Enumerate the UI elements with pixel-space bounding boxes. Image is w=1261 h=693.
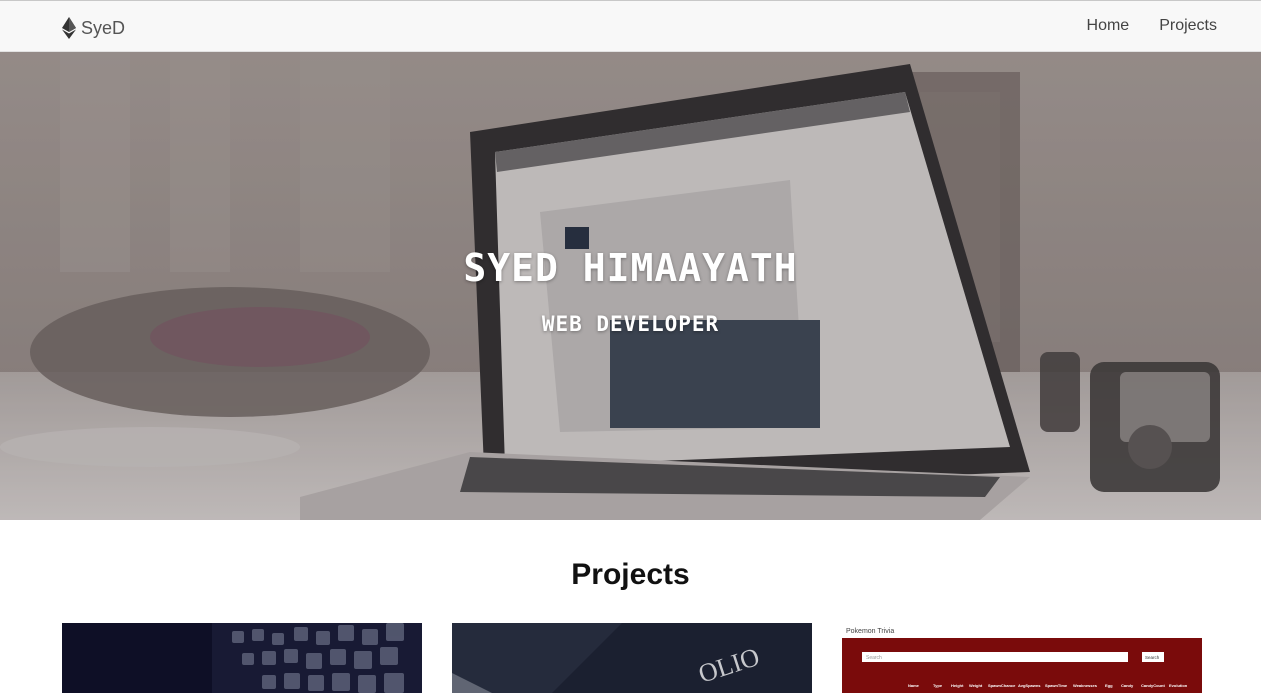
hero-banner: SYED HIMAAYATH WEB DEVELOPER: [0, 52, 1261, 520]
project-card[interactable]: [62, 623, 422, 693]
pokemon-search-input: Search: [866, 655, 882, 661]
pokemon-col-header: Evolution: [1169, 683, 1188, 688]
portfolio-book-thumbnail: OLIO: [452, 623, 812, 693]
nav-projects-link[interactable]: Projects: [1159, 17, 1217, 35]
pokemon-col-header: SpawnChance: [988, 683, 1016, 688]
pokemon-col-header: Weaknesses: [1073, 683, 1098, 688]
pokemon-col-header: Weight: [969, 683, 983, 688]
pokemon-col-header: AvgSpawns: [1018, 683, 1041, 688]
hero-subtitle: WEB DEVELOPER: [541, 312, 720, 336]
pokemon-col-header: CandyCount: [1141, 683, 1165, 688]
project-card[interactable]: OLIO: [452, 623, 812, 693]
projects-heading: Projects: [571, 558, 690, 591]
pokemon-col-header: Type: [933, 683, 943, 688]
pokemon-col-header: Candy: [1121, 683, 1134, 688]
pokemon-col-header: SpawnTime: [1045, 683, 1068, 688]
pokemon-col-header: Name: [908, 683, 920, 688]
nav-links: Home Projects: [1087, 17, 1217, 35]
brand-label: SyeD: [81, 17, 126, 38]
pokemon-search-button: Search: [1145, 655, 1160, 660]
dark-app-grid-thumbnail: [62, 623, 422, 693]
pokemon-col-header: Height: [951, 683, 964, 688]
nav-home-link[interactable]: Home: [1087, 17, 1130, 35]
pokemon-trivia-title: Pokemon Trivia: [846, 628, 894, 635]
ethereum-icon: [62, 17, 76, 39]
project-card[interactable]: Pokemon Trivia Search Search Name Type H…: [842, 623, 1202, 693]
pokemon-col-header: Egg: [1105, 683, 1113, 688]
pokemon-trivia-thumbnail: Pokemon Trivia Search Search Name Type H…: [842, 623, 1202, 693]
navbar: SyeD Home Projects: [0, 0, 1261, 52]
brand-link[interactable]: SyeD: [62, 17, 125, 39]
hero-title: SYED HIMAAYATH: [463, 246, 798, 290]
